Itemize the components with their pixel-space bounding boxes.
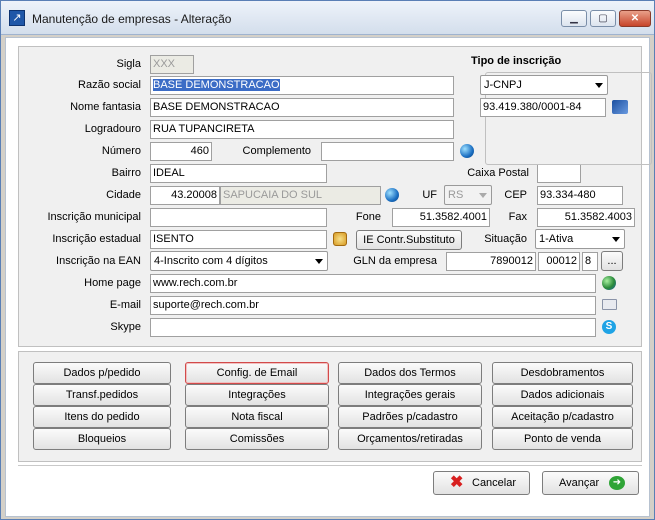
chevron-down-icon xyxy=(612,237,620,242)
desdobramentos-button[interactable]: Desdobramentos xyxy=(492,362,633,384)
inscricao-estadual-field[interactable]: ISENTO xyxy=(150,230,327,249)
inscricao-estadual-label: Inscrição estadual xyxy=(52,233,141,245)
receita-federal-icon[interactable] xyxy=(612,100,628,114)
itens-pedido-button[interactable]: Itens do pedido xyxy=(33,406,171,428)
gln-label: GLN da empresa xyxy=(353,255,437,267)
nome-fantasia-field[interactable]: BASE DEMONSTRACAO xyxy=(150,98,454,117)
next-label: Avançar xyxy=(559,477,600,489)
numero-label: Número xyxy=(101,145,141,157)
chevron-down-icon xyxy=(479,193,487,198)
skype-label: Skype xyxy=(110,321,141,333)
orcamentos-retiradas-button[interactable]: Orçamentos/retiradas xyxy=(338,428,482,450)
bairro-label: Bairro xyxy=(111,167,141,179)
fax-label: Fax xyxy=(508,211,527,223)
tipo-inscricao-value: J-CNPJ xyxy=(484,79,522,91)
dialog-body: Sigla XXX Razão social BASE DEMONSTRACAO… xyxy=(5,37,652,517)
sigla-field[interactable]: XXX xyxy=(150,55,194,74)
cep-label: CEP xyxy=(504,189,527,201)
action-buttons-panel: Dados p/pedido Config. de Email Dados do… xyxy=(18,351,642,462)
fone-field[interactable]: 51.3582.4001 xyxy=(392,208,490,227)
email-field[interactable]: suporte@rech.com.br xyxy=(150,296,596,315)
footer-divider xyxy=(18,465,642,466)
skype-field[interactable] xyxy=(150,318,596,337)
envelope-icon[interactable] xyxy=(602,299,617,310)
transf-pedidos-button[interactable]: Transf.pedidos xyxy=(33,384,171,406)
email-label: E-mail xyxy=(109,299,141,311)
gln-part2-field[interactable]: 00012 xyxy=(538,252,580,271)
tipo-inscricao-title: Tipo de inscrição xyxy=(469,55,564,67)
globe-icon[interactable] xyxy=(385,188,399,202)
inscricao-ean-label: Inscrição na EAN xyxy=(56,255,141,267)
config-email-button[interactable]: Config. de Email xyxy=(185,362,329,384)
logradouro-label: Logradouro xyxy=(84,123,141,135)
dados-pedido-button[interactable]: Dados p/pedido xyxy=(33,362,171,384)
bairro-field[interactable]: IDEAL xyxy=(150,164,327,183)
bloqueios-button[interactable]: Bloqueios xyxy=(33,428,171,450)
caixa-postal-field[interactable] xyxy=(537,164,581,183)
gln-part3-field[interactable]: 8 xyxy=(582,252,598,271)
cnpj-field[interactable]: 93.419.380/0001-84 xyxy=(480,98,606,117)
maximize-icon[interactable]: ▢ xyxy=(590,10,616,27)
cidade-code-field[interactable]: 43.20008 xyxy=(150,186,220,205)
cancel-label: Cancelar xyxy=(472,477,517,489)
home-page-label: Home page xyxy=(84,277,141,289)
caixa-postal-label: Caixa Postal xyxy=(467,167,529,179)
arrow-right-icon: ➜ xyxy=(609,476,625,490)
numero-field[interactable]: 460 xyxy=(150,142,212,161)
gln-part1-field[interactable]: 7890012 xyxy=(446,252,536,271)
inscricao-ean-select[interactable]: 4-Inscrito com 4 dígitos xyxy=(150,251,328,271)
uf-select[interactable]: RS xyxy=(444,185,492,205)
dialog-window: ↗ Manutenção de empresas - Alteração ▁ ▢… xyxy=(0,0,655,520)
close-icon[interactable]: ✕ xyxy=(619,10,651,27)
uf-label: UF xyxy=(422,189,437,201)
next-button[interactable]: Avançar ➜ xyxy=(542,471,639,495)
refresh-icon[interactable] xyxy=(333,232,347,246)
inscricao-municipal-field[interactable] xyxy=(150,208,327,227)
chevron-down-icon xyxy=(315,259,323,264)
tipo-inscricao-select[interactable]: J-CNPJ xyxy=(480,75,608,95)
company-form-panel: Sigla XXX Razão social BASE DEMONSTRACAO… xyxy=(18,46,652,347)
razao-social-label: Razão social xyxy=(78,79,141,91)
title-bar: ↗ Manutenção de empresas - Alteração ▁ ▢… xyxy=(1,1,654,35)
dados-adicionais-button[interactable]: Dados adicionais xyxy=(492,384,633,406)
dados-termos-button[interactable]: Dados dos Termos xyxy=(338,362,482,384)
chevron-down-icon xyxy=(595,83,603,88)
razao-social-value: BASE DEMONSTRACAO xyxy=(153,79,280,91)
inscricao-ean-value: 4-Inscrito com 4 dígitos xyxy=(154,255,268,267)
inscricao-municipal-label: Inscrição municipal xyxy=(47,211,141,223)
globe-icon[interactable] xyxy=(602,276,616,290)
uf-value: RS xyxy=(448,189,464,201)
nota-fiscal-button[interactable]: Nota fiscal xyxy=(185,406,329,428)
home-page-field[interactable]: www.rech.com.br xyxy=(150,274,596,293)
aceitacao-cadastro-button[interactable]: Aceitação p/cadastro xyxy=(492,406,633,428)
nome-fantasia-label: Nome fantasia xyxy=(70,101,141,113)
situacao-select[interactable]: 1-Ativa xyxy=(535,229,625,249)
cidade-name-field: SAPUCAIA DO SUL xyxy=(220,186,381,205)
complemento-field[interactable] xyxy=(321,142,454,161)
fone-label: Fone xyxy=(355,211,381,223)
integracoes-gerais-button[interactable]: Integrações gerais xyxy=(338,384,482,406)
cidade-label: Cidade xyxy=(106,189,141,201)
situacao-label: Situação xyxy=(484,233,527,245)
comissoes-button[interactable]: Comissões xyxy=(185,428,329,450)
fax-field[interactable]: 51.3582.4003 xyxy=(537,208,635,227)
globe-icon[interactable] xyxy=(460,144,474,158)
razao-social-field[interactable]: BASE DEMONSTRACAO xyxy=(150,76,454,95)
sigla-label: Sigla xyxy=(116,58,141,70)
skype-icon[interactable]: S xyxy=(602,320,616,334)
cancel-button[interactable]: ✖ Cancelar xyxy=(433,471,530,495)
ie-contr-substituto-button[interactable]: IE Contr.Substituto xyxy=(356,230,462,250)
complemento-label: Complemento xyxy=(242,145,311,157)
cep-field[interactable]: 93.334-480 xyxy=(537,186,623,205)
app-icon: ↗ xyxy=(9,10,25,26)
integracoes-button[interactable]: Integrações xyxy=(185,384,329,406)
situacao-value: 1-Ativa xyxy=(539,233,574,245)
close-icon: ✖ xyxy=(450,474,464,491)
padroes-cadastro-button[interactable]: Padrões p/cadastro xyxy=(338,406,482,428)
window-title: Manutenção de empresas - Alteração xyxy=(32,12,232,26)
minimize-icon[interactable]: ▁ xyxy=(561,10,587,27)
logradouro-field[interactable]: RUA TUPANCIRETA xyxy=(150,120,454,139)
ponto-venda-button[interactable]: Ponto de venda xyxy=(492,428,633,450)
gln-lookup-button[interactable]: ... xyxy=(601,251,623,271)
